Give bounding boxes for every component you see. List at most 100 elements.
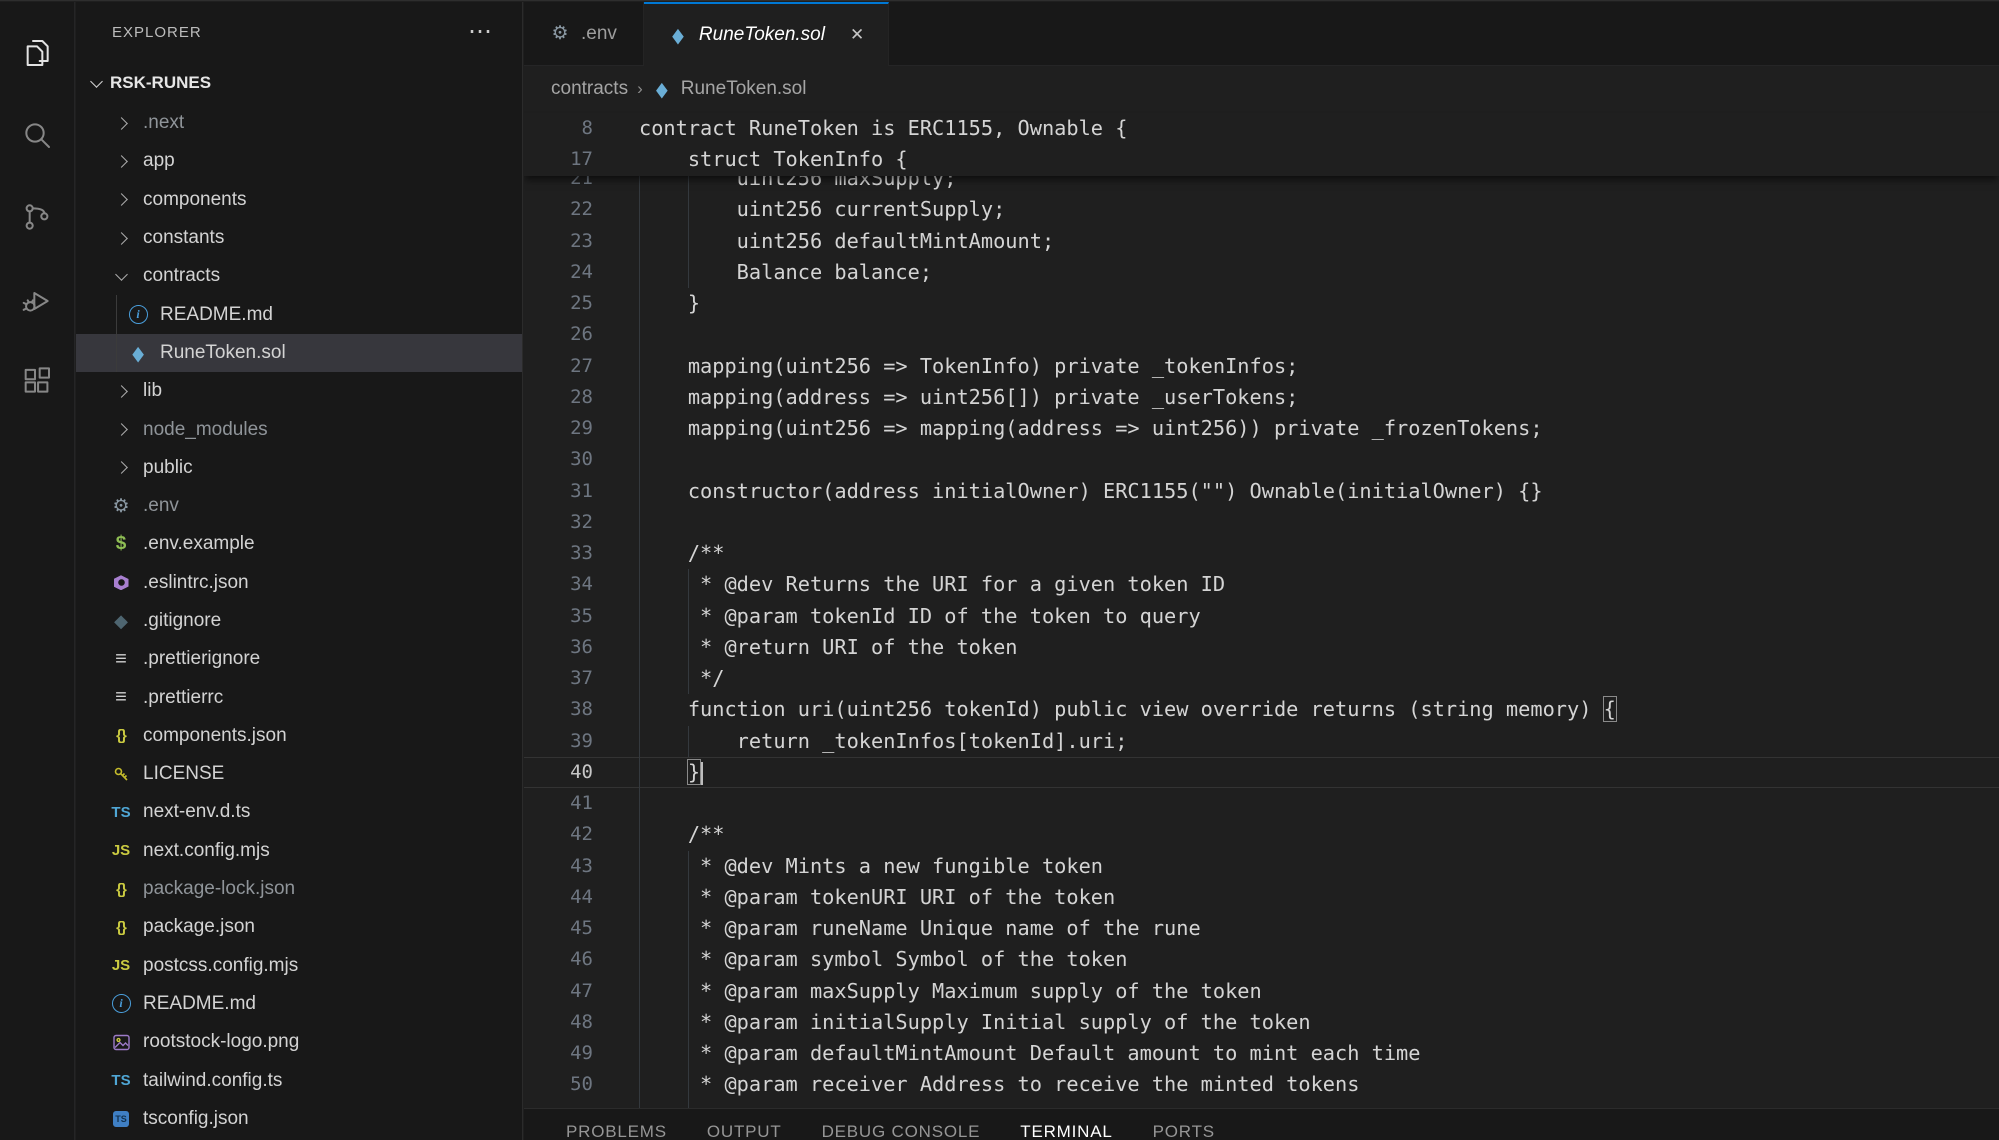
sidebar-item-label: tailwind.config.ts (143, 1070, 282, 1092)
line-number: 24 (524, 257, 593, 288)
file-icon-slot (106, 575, 136, 590)
folder-chevron (106, 234, 136, 243)
panel-tab-problems[interactable]: PROBLEMS (546, 1109, 687, 1140)
sidebar-folder-components[interactable]: components (76, 181, 522, 219)
ts-icon: TS (111, 1071, 131, 1091)
sidebar-file-next-env.d.ts[interactable]: TSnext-env.d.ts (76, 793, 522, 831)
sidebar-folder-contracts[interactable]: contracts (76, 257, 522, 295)
sidebar-item-label: .env.example (143, 533, 255, 555)
sidebar-file-package-lock.json[interactable]: {}package-lock.json (76, 870, 522, 908)
line-number: 42 (524, 819, 593, 850)
line-text: constructor(address initialOwner) ERC115… (639, 476, 1999, 507)
sidebar-folder-public[interactable]: public (76, 449, 522, 487)
activity-search-icon[interactable] (7, 106, 67, 164)
panel-tab-ports[interactable]: PORTS (1133, 1109, 1235, 1140)
line-text: * @param initialSupply Initial supply of… (639, 1007, 1999, 1038)
sidebar-file-next.config.mjs[interactable]: JSnext.config.mjs (76, 832, 522, 870)
close-icon[interactable]: ✕ (850, 25, 864, 45)
line-text: return _tokenInfos[tokenId].uri; (639, 726, 1999, 757)
activity-source-control-icon[interactable] (7, 188, 67, 246)
sidebar-item-label: LICENSE (143, 763, 224, 785)
file-icon-slot: i (123, 305, 153, 324)
gear-icon: ⚙ (111, 496, 131, 516)
file-icon-slot: ≡ (106, 688, 136, 708)
sidebar-file-rootstock-logo.png[interactable]: rootstock-logo.png (76, 1023, 522, 1061)
line-number: 36 (524, 632, 593, 663)
sidebar-file-postcss.config.mjs[interactable]: JSpostcss.config.mjs (76, 947, 522, 985)
file-icon-slot: ⚙ (106, 496, 136, 516)
sidebar-file-tsconfig.json[interactable]: TStsconfig.json (76, 1100, 522, 1138)
sidebar-item-label: package-lock.json (143, 878, 295, 900)
code-editor[interactable]: 21 uint256 maxSupply;22 uint256 currentS… (524, 111, 1999, 1108)
sidebar-file-.env[interactable]: ⚙.env (76, 487, 522, 525)
tab-.env[interactable]: ⚙.env (524, 2, 644, 65)
workspace-root-folder[interactable]: RSK-RUNES (76, 62, 522, 104)
code-line-39: 39 return _tokenInfos[tokenId].uri; (524, 726, 1999, 757)
sidebar-file-.prettierrc[interactable]: ≡.prettierrc (76, 678, 522, 716)
folder-chevron (106, 387, 136, 396)
sidebar-file-.env.example[interactable]: $.env.example (76, 525, 522, 563)
chevron-right-icon (115, 232, 128, 245)
breadcrumb-segment[interactable]: contracts (551, 78, 628, 100)
indent-guide (639, 788, 640, 819)
line-number: 37 (524, 663, 593, 694)
activity-extensions-icon[interactable] (7, 352, 67, 410)
line-text: Balance balance; (639, 257, 1999, 288)
activity-explorer-icon[interactable] (7, 24, 67, 82)
code-line-27: 27 mapping(uint256 => TokenInfo) private… (524, 351, 1999, 382)
sidebar-item-label: components.json (143, 725, 287, 747)
activity-run-debug-icon[interactable] (7, 270, 67, 328)
sidebar-file-package.json[interactable]: {}package.json (76, 908, 522, 946)
panel-tab-debug-console[interactable]: DEBUG CONSOLE (802, 1109, 1001, 1140)
sidebar-header: EXPLORER ⋯ (76, 2, 522, 62)
breadcrumb: contracts›◆RuneToken.sol (524, 66, 1999, 111)
explorer-sidebar: EXPLORER ⋯ RSK-RUNES .nextappcomponentsc… (76, 2, 523, 1140)
sidebar-file-.eslintrc.json[interactable]: .eslintrc.json (76, 564, 522, 602)
line-text: * @param symbol Symbol of the token (639, 944, 1999, 975)
tab-RuneToken.sol[interactable]: ◆RuneToken.sol✕ (644, 2, 889, 66)
code-line-22: 22 uint256 currentSupply; (524, 194, 1999, 225)
line-text: * @param tokenURI URI of the token (639, 882, 1999, 913)
indent-guide (639, 351, 640, 382)
line-text: * @return URI of the token (639, 632, 1999, 663)
line-text: mapping(uint256 => TokenInfo) private _t… (639, 351, 1999, 382)
sidebar-file-.gitignore[interactable]: ◆.gitignore (76, 602, 522, 640)
sidebar-file-README.md[interactable]: iREADME.md (76, 295, 522, 333)
line-number: 43 (524, 851, 593, 882)
readme-info-icon: i (129, 305, 148, 324)
panel-tab-output[interactable]: OUTPUT (687, 1109, 802, 1140)
sticky-line-8: 8contract RuneToken is ERC1155, Ownable … (524, 113, 1999, 144)
solidity-icon: ◆ (668, 22, 688, 49)
indent-guide (639, 601, 640, 632)
line-text: function uri(uint256 tokenId) public vie… (639, 694, 1999, 725)
sidebar-item-label: .eslintrc.json (143, 572, 249, 594)
sidebar-file-LICENSE[interactable]: LICENSE (76, 755, 522, 793)
indent-guide (639, 476, 640, 507)
sidebar-file-RuneToken.sol[interactable]: ◆RuneToken.sol (76, 334, 522, 372)
sidebar-folder-app[interactable]: app (76, 142, 522, 180)
indent-guide (639, 194, 640, 225)
sidebar-item-label: next.config.mjs (143, 840, 270, 862)
folder-chevron (106, 463, 136, 472)
indent-guide (639, 569, 640, 600)
sidebar-item-label: RuneToken.sol (160, 342, 286, 364)
sidebar-folder-lib[interactable]: lib (76, 372, 522, 410)
indent-guide (639, 288, 640, 319)
more-actions-icon[interactable]: ⋯ (468, 27, 492, 37)
sidebar-folder-.next[interactable]: .next (76, 104, 522, 142)
sidebar-folder-constants[interactable]: constants (76, 219, 522, 257)
indent-guide (639, 319, 640, 350)
panel-tab-terminal[interactable]: TERMINAL (1000, 1109, 1132, 1140)
sidebar-file-components.json[interactable]: {}components.json (76, 717, 522, 755)
indent-guide (639, 632, 640, 663)
breadcrumb-segment[interactable]: RuneToken.sol (681, 78, 807, 100)
sidebar-file-README.md[interactable]: iREADME.md (76, 985, 522, 1023)
sidebar-folder-node_modules[interactable]: node_modules (76, 410, 522, 448)
indent-guide (688, 1101, 689, 1109)
sidebar-file-.prettierignore[interactable]: ≡.prettierignore (76, 640, 522, 678)
sidebar-title: EXPLORER (112, 24, 202, 41)
ts-icon: TS (111, 802, 131, 822)
sidebar-file-tailwind.config.ts[interactable]: TS tailwind.config.ts (76, 1061, 522, 1099)
code-line-35: 35 * @param tokenId ID of the token to q… (524, 601, 1999, 632)
sidebar-item-label: node_modules (143, 419, 268, 441)
